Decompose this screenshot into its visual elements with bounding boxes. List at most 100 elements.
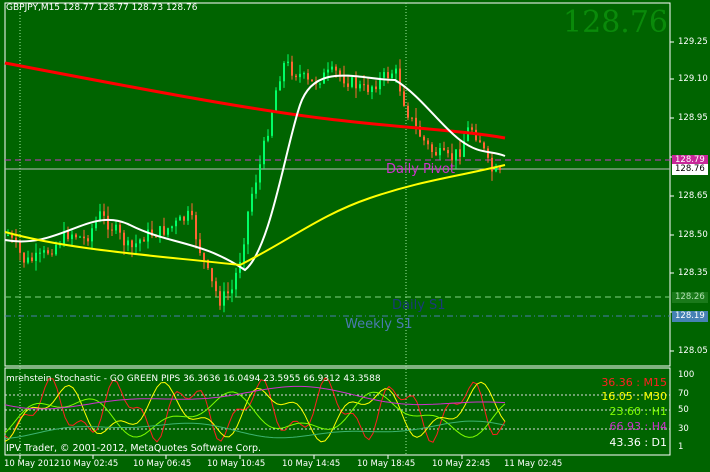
candle-body (331, 66, 333, 70)
weekly-s1-label: Weekly S1 (345, 317, 413, 332)
candle-body (191, 210, 193, 216)
stoch-m15-value: 36.36 : M15 (601, 376, 667, 389)
candle-body (179, 216, 181, 221)
candle-body (303, 73, 305, 75)
candle-body (123, 232, 125, 246)
axis-ticks (19, 41, 674, 459)
price-tick: 128.95 (678, 113, 708, 123)
stoch-d1-value: 43.36 : D1 (609, 436, 667, 449)
price-tick: 129.25 (678, 37, 708, 47)
candle-body (295, 75, 297, 78)
candle-body (371, 86, 373, 93)
candle-body (75, 234, 77, 238)
candle-body (107, 215, 109, 230)
candle-body (455, 149, 457, 161)
candle-body (347, 83, 349, 87)
candle-body (163, 226, 165, 235)
candle-body (335, 66, 337, 71)
candle-body (307, 73, 309, 80)
time-tick: 11 May 02:45 (504, 459, 563, 469)
candle-body (243, 244, 245, 263)
candle-body (67, 231, 69, 240)
candle-body (211, 268, 213, 282)
ma-yellow-line (4, 164, 506, 267)
last-price-display: 128.76 (563, 5, 668, 40)
candle-body (479, 140, 481, 143)
candle-body (43, 250, 45, 253)
candle-body (47, 250, 49, 254)
candle-body (235, 272, 237, 290)
candle-body (183, 216, 185, 221)
candle-body (491, 157, 493, 172)
candle-body (271, 112, 273, 136)
candle-body (387, 72, 389, 79)
price-tick: 128.05 (678, 346, 708, 356)
stoch-h4-value: 66.93 : H4 (609, 420, 667, 433)
candle-body (471, 127, 473, 130)
candle-body (119, 224, 121, 233)
candle-body (139, 239, 141, 244)
candle-body (103, 211, 105, 216)
copyright-text: IPV Trader, © 2001-2012, MetaQuotes Soft… (6, 443, 262, 454)
candle-body (355, 77, 357, 89)
candle-body (351, 77, 353, 87)
candle-body (7, 234, 9, 236)
stoch-axis-tick: 100 (678, 370, 695, 380)
candle-body (319, 83, 321, 85)
daily-s1-price-tag: 128.26 (672, 292, 708, 303)
candle-body (391, 73, 393, 79)
candle-body (283, 63, 285, 82)
candle-body (499, 167, 501, 171)
candle-body (115, 224, 117, 231)
candle-body (111, 229, 113, 231)
candle-body (255, 182, 257, 194)
time-tick: 10 May 2012 (4, 459, 60, 469)
candle-body (87, 238, 89, 242)
candle-body (35, 252, 37, 261)
candle-body (459, 149, 461, 157)
main-pane-border (4, 2, 671, 367)
candle-body (247, 211, 249, 245)
candle-body (263, 140, 265, 165)
candle-body (327, 69, 329, 73)
candle-body (83, 236, 85, 239)
candle-body (19, 241, 21, 253)
daily-s1-label: Daily S1 (392, 298, 446, 313)
candle-body (367, 84, 369, 93)
stoch-axis-tick: 1 (678, 442, 684, 452)
stoch-axis-tick: 30 (678, 424, 689, 434)
candle-body (27, 257, 29, 263)
time-tick: 10 May 18:45 (357, 459, 416, 469)
daily-pivot-label: Daily Pivot (386, 162, 455, 177)
candle-body (91, 228, 93, 242)
candle-body (483, 142, 485, 149)
candle-body (127, 240, 129, 246)
candle-body (439, 148, 441, 156)
candle-body (39, 252, 41, 254)
candle-body (431, 144, 433, 152)
candle-body (291, 61, 293, 76)
candle-body (399, 68, 401, 92)
candle-body (279, 81, 281, 91)
price-tick: 128.65 (678, 191, 708, 201)
candle-body (383, 72, 385, 78)
chart-window[interactable]: GBPJPY,M15 128.77 128.77 128.73 128.76 1… (0, 0, 710, 472)
candle-body (275, 90, 277, 113)
candle-body (443, 148, 445, 151)
candle-body (175, 220, 177, 227)
candle-body (447, 150, 449, 154)
candle-body (55, 244, 57, 255)
weekly-s1-price-tag: 128.19 (672, 311, 708, 322)
price-tick: 129.10 (678, 74, 708, 84)
candle-body (435, 151, 437, 156)
candle-body (143, 239, 145, 242)
candle-body (223, 291, 225, 306)
candle-body (23, 252, 25, 263)
ma-red-line (4, 61, 506, 140)
candle-body (251, 193, 253, 212)
candle-body (187, 210, 189, 221)
stoch-d1-line (4, 420, 506, 440)
candle-body (131, 240, 133, 248)
stoch-m30-value: 16.05 : M30 (601, 390, 667, 403)
price-tick: 128.35 (678, 268, 708, 278)
